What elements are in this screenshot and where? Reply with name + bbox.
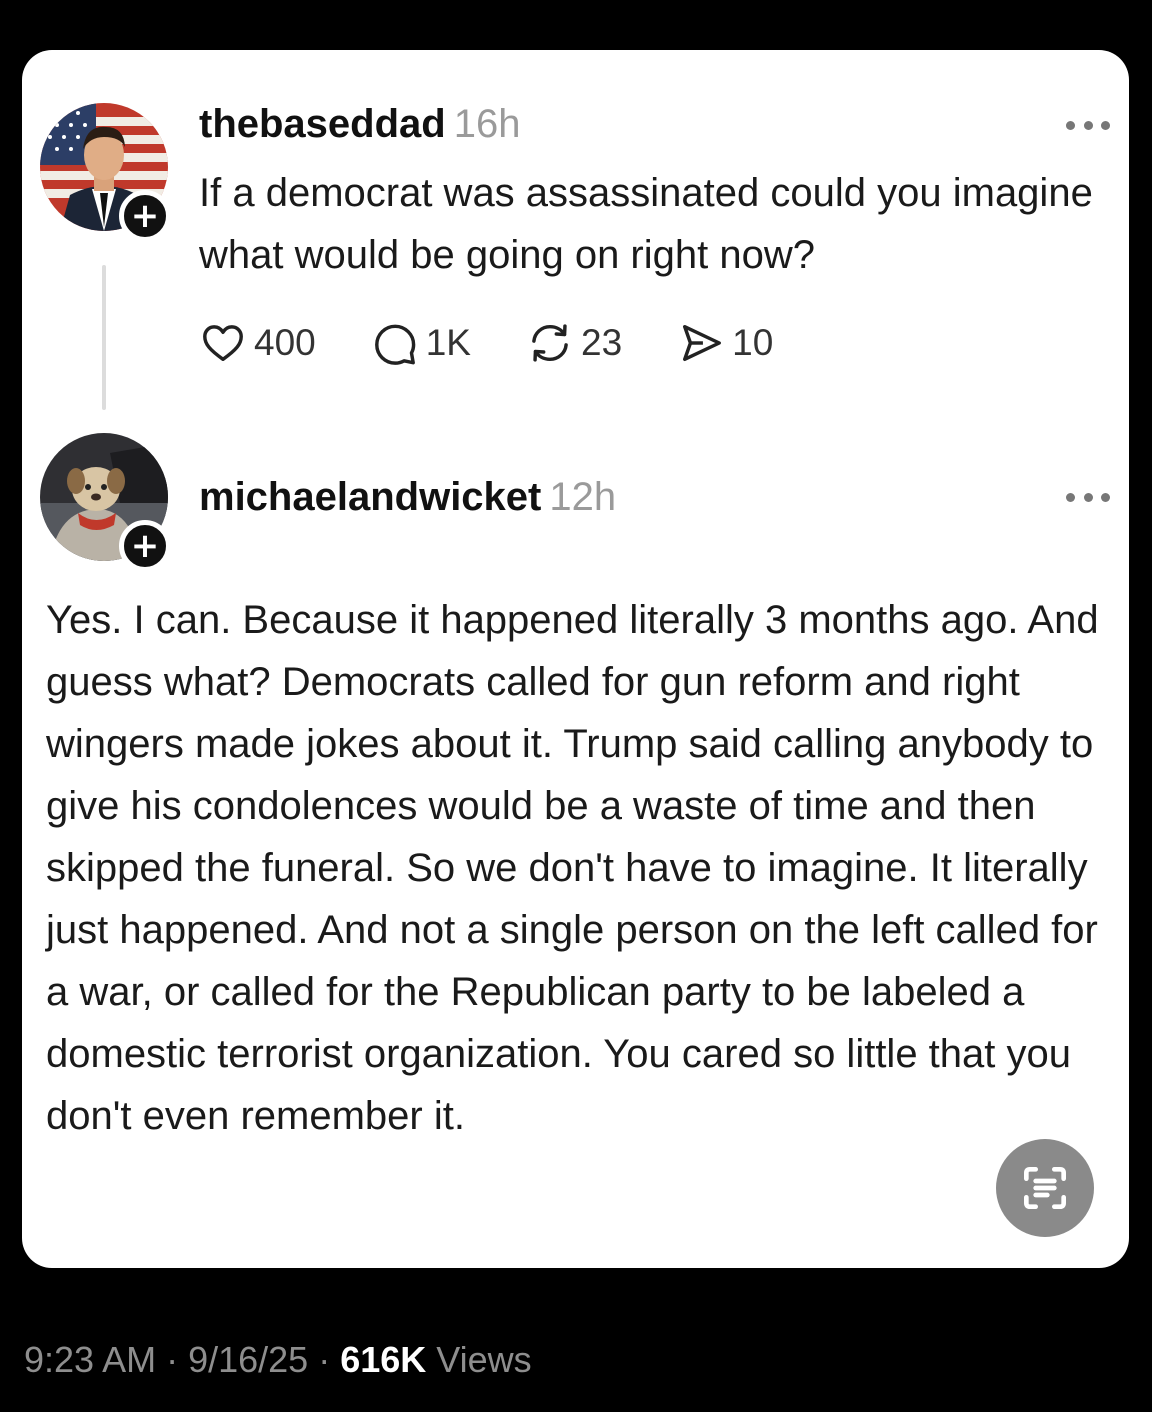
footer-time: 9:23 AM	[24, 1339, 157, 1380]
threads-post-card: + thebaseddad 16h If a democrat was assas…	[22, 50, 1129, 1268]
views-label: Views	[426, 1339, 532, 1380]
footer-separator: ·	[308, 1339, 341, 1380]
comment-count: 1K	[425, 322, 471, 363]
reply-more-dots-icon[interactable]	[1066, 490, 1110, 504]
repost-button[interactable]: 23	[527, 320, 622, 366]
follow-plus-icon[interactable]: +	[119, 520, 171, 572]
like-count: 400	[254, 322, 316, 363]
comment-button[interactable]: 1K	[372, 320, 471, 366]
reply-header: michaelandwicket 12h	[199, 473, 616, 521]
views-count[interactable]: 616K	[340, 1339, 426, 1380]
repost-icon	[532, 324, 568, 362]
thread-connector-line	[102, 265, 106, 410]
post-action-bar: 400 1K 23 10	[200, 318, 829, 368]
footer-date: 9/16/25	[188, 1339, 309, 1380]
footer-separator: ·	[156, 1339, 189, 1380]
reply-text: Yes. I can. Because it happened literall…	[46, 598, 1099, 1138]
post-more-dots-icon[interactable]	[1066, 118, 1110, 132]
post-text: If a democrat was assassinated could you…	[199, 171, 1093, 277]
post-username[interactable]: thebaseddad	[199, 102, 446, 146]
text-scan-button[interactable]	[996, 1139, 1094, 1237]
text-scan-icon	[1023, 1167, 1066, 1209]
repost-count: 23	[581, 322, 623, 363]
comment-bubble-icon	[374, 324, 416, 365]
tweet-meta-footer: 9:23 AM · 9/16/25 · 616K Views	[24, 1338, 532, 1382]
heart-icon	[203, 325, 243, 362]
reply-timestamp: 12h	[549, 475, 617, 519]
share-count: 10	[732, 322, 774, 363]
post-timestamp: 16h	[453, 102, 521, 146]
like-button[interactable]: 400	[200, 320, 316, 366]
share-button[interactable]: 10	[678, 320, 773, 366]
send-icon	[683, 324, 722, 362]
follow-plus-icon[interactable]: +	[119, 190, 171, 242]
post-header: thebaseddad 16h	[199, 100, 520, 148]
reply-username[interactable]: michaelandwicket	[199, 475, 541, 519]
